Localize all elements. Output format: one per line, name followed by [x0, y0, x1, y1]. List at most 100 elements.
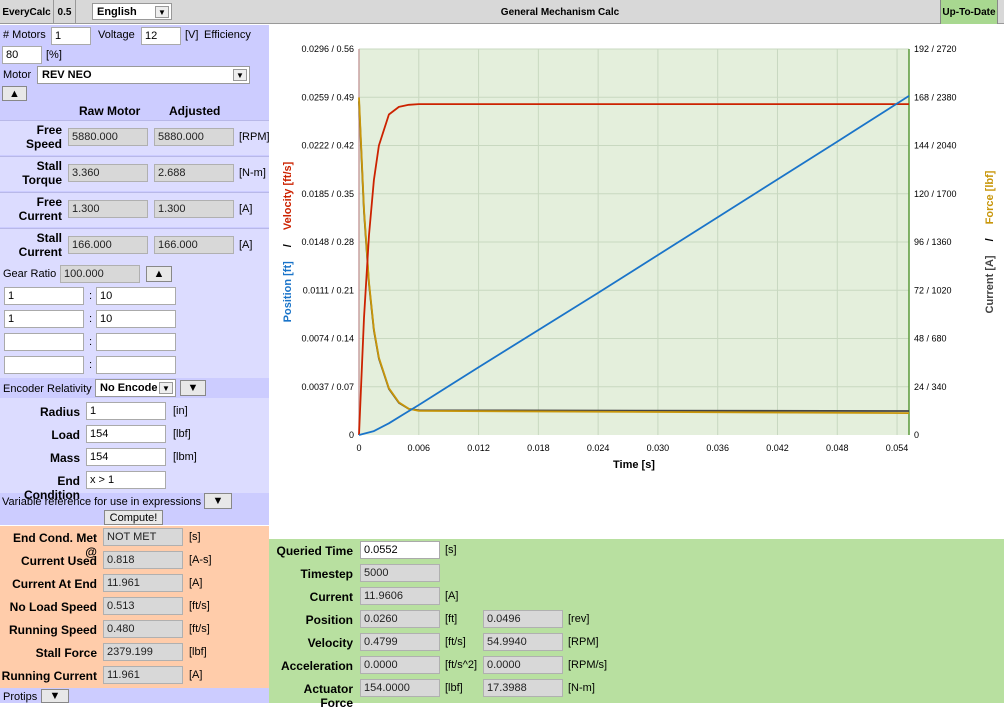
- gear-stage-driver[interactable]: [4, 310, 84, 328]
- gear-ratio-label: Gear Ratio: [3, 268, 57, 280]
- gear-stage-driven[interactable]: [96, 287, 176, 305]
- x-tick-label: 0.006: [408, 443, 431, 453]
- encoder-label: Encoder Relativity: [3, 383, 92, 395]
- query-unit-alt: [N-m]: [568, 682, 595, 694]
- x-tick-label: 0.024: [587, 443, 610, 453]
- result-value: [103, 620, 183, 638]
- radius-input[interactable]: [86, 402, 166, 420]
- variable-reference-button[interactable]: ▼: [204, 493, 232, 509]
- chevron-down-icon: ▼: [233, 69, 247, 81]
- page-title: General Mechanism Calc: [500, 6, 620, 18]
- query-value-alt: [483, 679, 563, 697]
- adjusted-header: Adjusted: [169, 104, 221, 118]
- raw-motor-value: [68, 236, 148, 254]
- motor-row-unit: [N-m]: [239, 167, 266, 179]
- query-value-alt: [483, 610, 563, 628]
- query-unit: [A]: [445, 590, 459, 602]
- x-axis-label: Time [s]: [613, 459, 655, 471]
- left-axis-title: Position [ft] / Velocity [ft/s]: [282, 161, 294, 322]
- motor-row-label: Free: [36, 195, 62, 209]
- raw-motor-value: [68, 200, 148, 218]
- load-input[interactable]: [86, 425, 166, 443]
- protips-label: Protips: [3, 691, 38, 703]
- variable-reference-label: Variable reference for use in expression…: [2, 496, 202, 508]
- x-tick-label: 0: [356, 443, 361, 453]
- left-axis-title-part: Position [ft]: [282, 261, 294, 322]
- left-tick-label: 0: [349, 430, 354, 440]
- motor-row-label: Current: [18, 209, 62, 223]
- query-value: [360, 610, 440, 628]
- result-label: Running Speed: [9, 623, 97, 637]
- right-tick-label: 0: [914, 430, 919, 440]
- motor-row-label: Free: [36, 123, 62, 137]
- efficiency-input[interactable]: [2, 46, 42, 64]
- result-value: [103, 574, 183, 592]
- app-name[interactable]: EveryCalc: [0, 0, 54, 24]
- right-axis-title-part: Force [lbf]: [984, 170, 996, 224]
- radius-label: Radius: [39, 405, 80, 419]
- gear-stage-separator: :: [89, 290, 93, 302]
- adjusted-motor-value: [154, 236, 234, 254]
- query-value: [360, 564, 440, 582]
- voltage-input[interactable]: [141, 27, 181, 45]
- result-unit: [A]: [189, 577, 203, 589]
- raw-motor-value: [68, 128, 148, 146]
- right-tick-label: 24 / 340: [914, 382, 947, 392]
- right-axis-title-part: /: [984, 238, 996, 241]
- mass-label: Mass: [49, 451, 80, 465]
- right-tick-label: 168 / 2380: [914, 92, 957, 102]
- efficiency-label: Efficiency: [204, 29, 251, 41]
- right-tick-label: 192 / 2720: [914, 44, 957, 54]
- gear-stage-driven[interactable]: [96, 356, 176, 374]
- compute-button[interactable]: Compute!: [104, 510, 163, 525]
- left-tick-label: 0.0037 / 0.07: [301, 382, 354, 392]
- caret-down-icon: ▼: [187, 382, 199, 394]
- motor-row-unit: [A]: [239, 239, 253, 251]
- query-unit: [lbf]: [445, 682, 463, 694]
- query-value[interactable]: [360, 541, 440, 559]
- encoder-expand-button[interactable]: ▼: [180, 380, 206, 396]
- result-label: Stall Force: [35, 646, 97, 660]
- simulation-chart[interactable]: 0 00.0037 / 0.07 24 / 3400.0074 / 0.14 48 /…: [269, 25, 1004, 515]
- motor-select[interactable]: REV NEO ▼: [37, 66, 250, 84]
- gear-stage-driver[interactable]: [4, 333, 84, 351]
- load-label: Load: [51, 428, 80, 442]
- right-tick-label: 72 / 1020: [914, 285, 952, 295]
- query-unit-alt: [rev]: [568, 613, 590, 625]
- result-unit: [A-s]: [189, 554, 212, 566]
- gear-collapse-button[interactable]: ▲: [146, 266, 172, 282]
- motor-collapse-button[interactable]: ▲: [2, 86, 27, 101]
- gear-stage-separator: :: [89, 359, 93, 371]
- language-select[interactable]: English ▼: [92, 3, 172, 20]
- adjusted-motor-value: [154, 128, 234, 146]
- gear-stage-driver[interactable]: [4, 356, 84, 374]
- raw-motor-value: [68, 164, 148, 182]
- right-tick-label: 48 / 680: [914, 334, 947, 344]
- motors-input[interactable]: [51, 27, 91, 45]
- right-axis-title: Current [A] / Force [lbf]: [984, 170, 996, 313]
- result-unit: [lbf]: [189, 646, 207, 658]
- motor-row-label: Stall: [36, 159, 62, 173]
- mass-input[interactable]: [86, 448, 166, 466]
- gear-stage-driver[interactable]: [4, 287, 84, 305]
- motor-row-unit: [A]: [239, 203, 253, 215]
- motor-label: Motor: [3, 69, 32, 81]
- gear-stage-driven[interactable]: [96, 310, 176, 328]
- result-unit: [ft/s]: [189, 600, 210, 612]
- result-value: [103, 551, 183, 569]
- end-condition-input[interactable]: [86, 471, 166, 489]
- result-value: [103, 597, 183, 615]
- result-label: Current At End: [12, 577, 97, 591]
- encoder-select[interactable]: No Encode ▼: [95, 379, 176, 397]
- adjusted-motor-value: [154, 200, 234, 218]
- query-value: [360, 587, 440, 605]
- gear-stage-separator: :: [89, 336, 93, 348]
- query-label: Actuator Force: [303, 682, 353, 710]
- right-axis-title-part: Current [A]: [984, 255, 996, 313]
- left-axis-title-part: /: [282, 244, 294, 247]
- gear-ratio-value: [60, 265, 140, 283]
- protips-expand-button[interactable]: ▼: [41, 689, 69, 703]
- left-tick-label: 0.0259 / 0.49: [301, 92, 354, 102]
- gear-stage-driven[interactable]: [96, 333, 176, 351]
- x-tick-label: 0.042: [766, 443, 789, 453]
